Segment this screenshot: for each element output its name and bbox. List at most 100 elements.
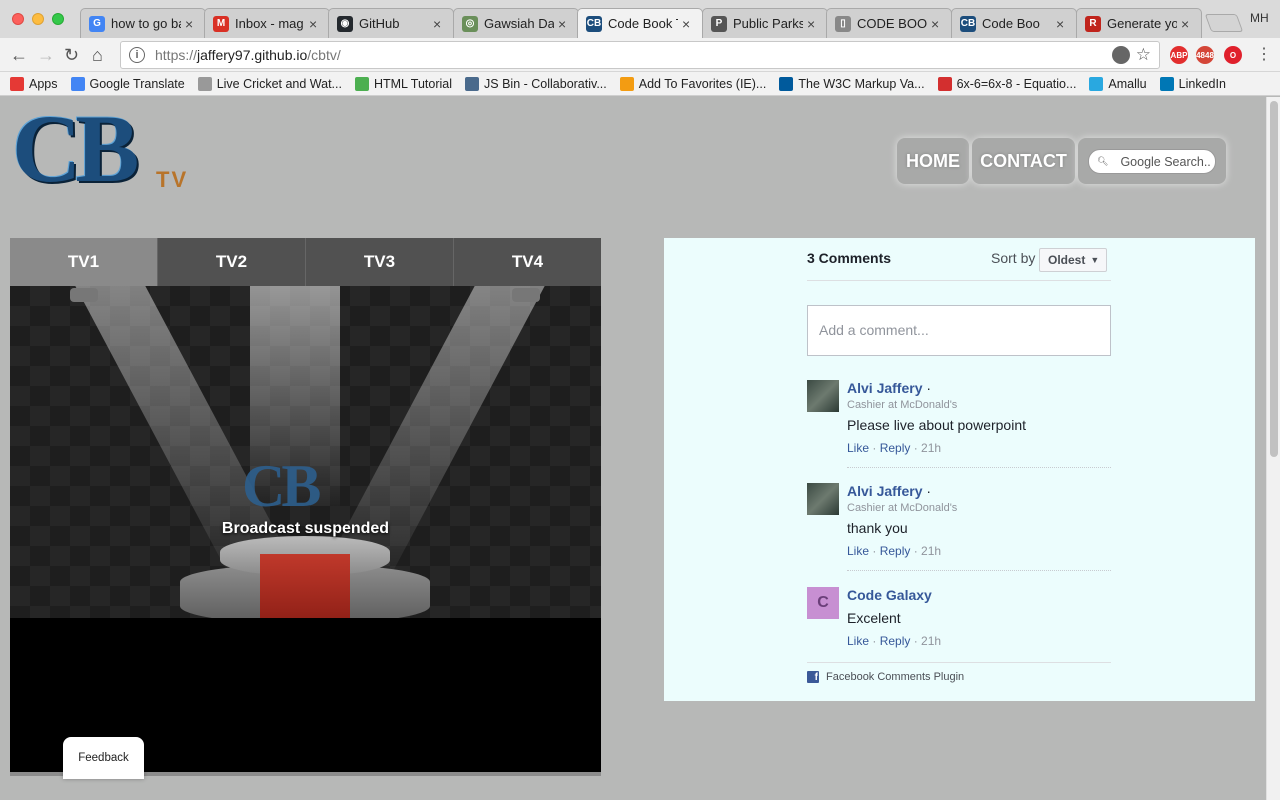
google-icon: G (89, 15, 105, 32)
shield-icon[interactable] (1112, 46, 1130, 64)
home-icon[interactable]: ⌂ (92, 46, 103, 64)
bookmark-item[interactable]: LinkedIn (1159, 76, 1226, 91)
video-stage[interactable]: CB Broadcast suspended (10, 286, 601, 618)
scrollbar-thumb[interactable] (1270, 101, 1278, 457)
close-tab-icon[interactable]: × (309, 16, 321, 32)
tv-tab-2[interactable]: TV2 (158, 238, 306, 286)
commenter-name-text: Alvi Jaffery (847, 483, 923, 499)
comment-actions: Like · Reply · 21h (847, 544, 941, 558)
opera-icon[interactable]: O (1224, 46, 1242, 64)
spotlight-lamp-right (512, 288, 540, 302)
comment-timestamp[interactable]: 21h (921, 544, 941, 558)
commenter-name[interactable]: Code Galaxy (847, 587, 932, 603)
close-tab-icon[interactable]: × (433, 16, 445, 32)
close-tab-icon[interactable]: × (558, 16, 570, 32)
close-tab-icon[interactable]: × (682, 16, 694, 32)
browser-tab[interactable]: ▯ CODE BOOK × (826, 8, 952, 38)
close-tab-icon[interactable]: × (931, 16, 943, 32)
add-comment-input[interactable]: Add a comment... (807, 305, 1111, 356)
comment-actions: Like · Reply · 21h (847, 634, 941, 648)
bookmark-item[interactable]: 6x-6=6x-8 - Equatio... (937, 76, 1076, 91)
page-scrollbar[interactable] (1266, 97, 1280, 800)
commenter-name[interactable]: Alvi Jaffery · (847, 380, 931, 396)
separator-dot: · (869, 441, 880, 455)
back-icon[interactable]: ← (10, 46, 28, 64)
like-link[interactable]: Like (847, 441, 869, 455)
reply-link[interactable]: Reply (880, 441, 911, 455)
close-tab-icon[interactable]: × (807, 16, 819, 32)
info-icon[interactable]: i (129, 47, 145, 63)
bookmark-item[interactable]: Add To Favorites (IE)... (619, 76, 767, 91)
search-icon: 🔍︎ (1097, 156, 1109, 166)
nav-home-button[interactable]: HOME (897, 138, 969, 184)
browser-tab[interactable]: CB Code Book T × (577, 8, 703, 38)
separator-dot: · (910, 441, 922, 455)
nav-contact-button[interactable]: CONTACT (972, 138, 1075, 184)
comment-timestamp[interactable]: 21h (921, 634, 941, 648)
close-tab-icon[interactable]: × (1181, 16, 1193, 32)
search-placeholder: Google Search.. (1120, 154, 1211, 169)
browser-tab[interactable]: P Public Parks × (702, 8, 828, 38)
close-tab-icon[interactable]: × (1056, 16, 1068, 32)
bookmark-item[interactable]: JS Bin - Collaborativ... (465, 76, 607, 91)
separator-dot: · (922, 380, 932, 396)
sort-dropdown[interactable]: Oldest ▼ (1039, 248, 1107, 272)
tv-tab-1[interactable]: TV1 (10, 238, 158, 286)
bookmark-label: JS Bin - Collaborativ... (484, 76, 607, 91)
new-tab-button[interactable] (1204, 14, 1244, 32)
avatar[interactable] (807, 483, 839, 515)
tab-title: Code Book T (608, 16, 678, 31)
address-bar[interactable]: i https://jaffery97.github.io/cbtv/ ◧ ☆ (120, 41, 1160, 69)
like-link[interactable]: Like (847, 634, 869, 648)
close-window-button[interactable] (12, 13, 24, 25)
jsbin-icon (465, 76, 480, 91)
bookmark-item[interactable]: The W3C Markup Va... (779, 76, 925, 91)
search-input[interactable]: 🔍︎ Google Search.. (1088, 149, 1216, 174)
symbolab-icon (937, 76, 952, 91)
commenter-name[interactable]: Alvi Jaffery · (847, 483, 931, 499)
browser-tab[interactable]: Ghow to go ba × (80, 8, 206, 38)
browser-tab[interactable]: ◎ Gawsiah Dar × (453, 8, 579, 38)
browser-tab[interactable]: ◉ GitHub × (328, 8, 454, 38)
facebook-plugin-link[interactable]: Facebook Comments Plugin (826, 671, 964, 683)
menu-icon[interactable]: ⋮ (1256, 46, 1272, 64)
browser-tab[interactable]: CB Code Boo × (951, 8, 1077, 38)
gmail-icon: M (213, 15, 229, 32)
bookmark-item[interactable]: HTML Tutorial (354, 76, 452, 91)
bookmark-label: Apps (29, 76, 58, 91)
reload-icon[interactable]: ↻ (64, 46, 79, 64)
profile-button[interactable]: MH (1250, 11, 1269, 25)
like-link[interactable]: Like (847, 544, 869, 558)
maximize-window-button[interactable] (52, 13, 64, 25)
bookmark-item[interactable]: Live Cricket and Wat... (197, 76, 342, 91)
comment-timestamp[interactable]: 21h (921, 441, 941, 455)
mail-badge-icon[interactable]: 4848 (1196, 46, 1214, 64)
close-tab-icon[interactable]: × (185, 16, 197, 32)
linkedin-icon (1159, 76, 1174, 91)
browser-tab[interactable]: R Generate yo × (1076, 8, 1202, 38)
bookmark-item[interactable]: Apps (10, 76, 58, 91)
tv-tab-4[interactable]: TV4 (454, 238, 601, 286)
bookmark-label: Add To Favorites (IE)... (638, 76, 767, 91)
reply-link[interactable]: Reply (880, 634, 911, 648)
bookmark-item[interactable]: Google Translate (70, 76, 185, 91)
adblock-icon[interactable]: ABP (1170, 46, 1188, 64)
bookmark-item[interactable]: Amallu (1089, 76, 1147, 91)
tab-title: GitHub (359, 16, 400, 31)
reply-link[interactable]: Reply (880, 544, 911, 558)
browser-tab-bar: Ghow to go ba × M Inbox - mag × ◉ GitHub × ◎ Gaws… (0, 0, 1280, 38)
browser-tab[interactable]: M Inbox - mag × (204, 8, 330, 38)
forward-icon[interactable]: → (37, 46, 55, 64)
tv-tab-3[interactable]: TV3 (306, 238, 454, 286)
site-logo[interactable]: CB TV (12, 101, 212, 199)
caret-down-icon: ▼ (1090, 255, 1100, 265)
tab-title: Inbox - mag (235, 16, 304, 31)
avatar[interactable]: C (807, 587, 839, 619)
bookmark-star-icon[interactable]: ☆ (1136, 45, 1151, 65)
comments-footer: f Facebook Comments Plugin (807, 662, 1111, 683)
minimize-window-button[interactable] (32, 13, 44, 25)
avatar[interactable] (807, 380, 839, 412)
document-icon: ▯ (835, 15, 851, 32)
feedback-button[interactable]: Feedback (63, 737, 144, 779)
comment-text: thank you (847, 520, 908, 536)
